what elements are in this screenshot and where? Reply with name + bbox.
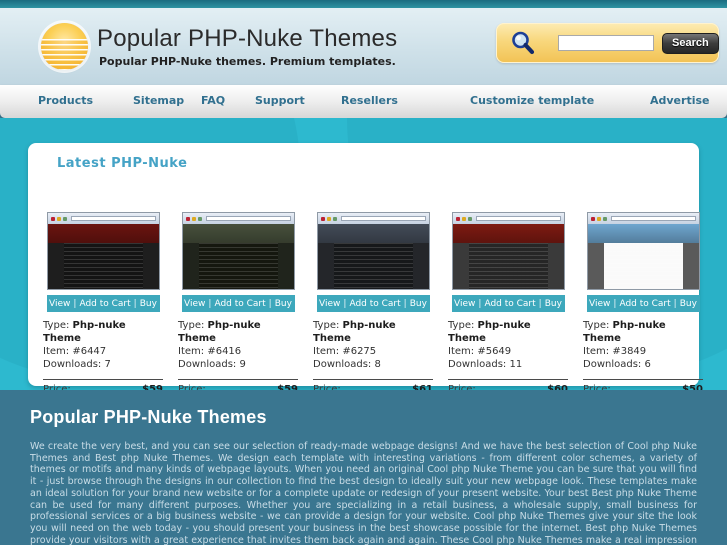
buy-link[interactable]: Buy xyxy=(410,299,427,309)
theme-banner xyxy=(182,224,294,243)
separator: | xyxy=(673,298,677,309)
card-action-bar: View | Add to Cart | Buy xyxy=(451,295,565,312)
nav-item-products[interactable]: Products xyxy=(38,94,93,107)
site-tagline: Popular PHP-Nuke themes. Premium templat… xyxy=(99,55,396,68)
bottom-heading: Popular PHP-Nuke Themes xyxy=(30,407,267,427)
separator: | xyxy=(268,298,272,309)
nav-item-support[interactable]: Support xyxy=(255,94,305,107)
separator: | xyxy=(403,298,407,309)
site-title: Popular PHP-Nuke Themes xyxy=(97,25,398,52)
card-divider xyxy=(583,379,703,380)
search-input[interactable] xyxy=(558,35,654,51)
product-card: View | Add to Cart | Buy Type: Php-nuke … xyxy=(43,212,163,390)
latest-themes-panel: Latest PHP-Nuke View | Add to Cart | Buy… xyxy=(28,143,703,390)
browser-chrome xyxy=(587,213,699,224)
card-divider xyxy=(448,379,568,380)
nav-item-advertise[interactable]: Advertise xyxy=(650,94,709,107)
nav-item-resellers[interactable]: Resellers xyxy=(341,94,398,107)
downloads-line: Downloads: 7 xyxy=(43,359,111,370)
downloads-line: Downloads: 8 xyxy=(313,359,381,370)
item-line: Item: #6447 xyxy=(43,346,107,357)
main-navigation: Products Sitemap FAQ Support Resellers Custom… xyxy=(0,85,727,118)
nav-item-faq[interactable]: FAQ xyxy=(201,94,225,107)
theme-banner xyxy=(452,224,564,243)
theme-banner xyxy=(47,224,159,243)
card-divider xyxy=(43,379,163,380)
nav-item-customize-template[interactable]: Customize template xyxy=(470,94,594,107)
view-link[interactable]: View xyxy=(49,299,70,309)
description-section: Popular PHP-Nuke Themes We create the ve… xyxy=(0,390,727,545)
separator: | xyxy=(343,298,347,309)
browser-chrome xyxy=(182,213,294,224)
add-to-cart-link[interactable]: Add to Cart xyxy=(484,299,535,309)
teal-background-band: Latest PHP-Nuke View | Add to Cart | Buy… xyxy=(0,118,727,390)
section-title: Latest PHP-Nuke xyxy=(57,156,188,171)
product-card: View | Add to Cart | Buy Type: Php-nuke … xyxy=(448,212,568,390)
card-action-bar: View | Add to Cart | Buy xyxy=(181,295,295,312)
card-action-bar: View | Add to Cart | Buy xyxy=(316,295,430,312)
product-card: View | Add to Cart | Buy Type: Php-nuke … xyxy=(178,212,298,390)
separator: | xyxy=(133,298,137,309)
browser-chrome xyxy=(317,213,429,224)
view-link[interactable]: View xyxy=(589,299,610,309)
sun-logo-icon xyxy=(41,23,88,70)
separator: | xyxy=(538,298,542,309)
card-action-bar: View | Add to Cart | Buy xyxy=(46,295,160,312)
type-line: Type: Php-nuke Theme xyxy=(43,320,126,344)
theme-thumbnail[interactable] xyxy=(586,212,700,290)
theme-thumbnail[interactable] xyxy=(46,212,160,290)
separator: | xyxy=(208,298,212,309)
downloads-line: Downloads: 11 xyxy=(448,359,523,370)
add-to-cart-link[interactable]: Add to Cart xyxy=(619,299,670,309)
product-card: View | Add to Cart | Buy Type: Php-nuke … xyxy=(313,212,433,390)
type-line: Type: Php-nuke Theme xyxy=(178,320,261,344)
top-accent-bar xyxy=(0,0,727,8)
view-link[interactable]: View xyxy=(184,299,205,309)
product-card: View | Add to Cart | Buy Type: Php-nuke … xyxy=(583,212,703,390)
card-divider xyxy=(313,379,433,380)
theme-thumbnail[interactable] xyxy=(451,212,565,290)
card-divider xyxy=(178,379,298,380)
theme-banner xyxy=(317,224,429,243)
search-panel: Search xyxy=(496,23,719,63)
view-link[interactable]: View xyxy=(454,299,475,309)
type-line: Type: Php-nuke Theme xyxy=(313,320,396,344)
separator: | xyxy=(613,298,617,309)
buy-link[interactable]: Buy xyxy=(680,299,697,309)
buy-link[interactable]: Buy xyxy=(275,299,292,309)
search-button[interactable]: Search xyxy=(662,32,719,54)
description-paragraph: We create the very best, and you can see… xyxy=(30,441,697,545)
add-to-cart-link[interactable]: Add to Cart xyxy=(349,299,400,309)
item-line: Item: #6416 xyxy=(178,346,242,357)
theme-thumbnail[interactable] xyxy=(316,212,430,290)
theme-banner xyxy=(587,224,699,243)
item-line: Item: #5649 xyxy=(448,346,512,357)
view-link[interactable]: View xyxy=(319,299,340,309)
add-to-cart-link[interactable]: Add to Cart xyxy=(79,299,130,309)
nav-item-sitemap[interactable]: Sitemap xyxy=(133,94,184,107)
item-line: Item: #3849 xyxy=(583,346,647,357)
buy-link[interactable]: Buy xyxy=(545,299,562,309)
type-line: Type: Php-nuke Theme xyxy=(583,320,666,344)
search-icon xyxy=(512,31,535,55)
separator: | xyxy=(478,298,482,309)
separator: | xyxy=(73,298,77,309)
product-card-row: View | Add to Cart | Buy Type: Php-nuke … xyxy=(43,212,703,390)
buy-link[interactable]: Buy xyxy=(140,299,157,309)
theme-thumbnail[interactable] xyxy=(181,212,295,290)
type-line: Type: Php-nuke Theme xyxy=(448,320,531,344)
card-action-bar: View | Add to Cart | Buy xyxy=(586,295,700,312)
browser-chrome xyxy=(47,213,159,224)
add-to-cart-link[interactable]: Add to Cart xyxy=(214,299,265,309)
downloads-line: Downloads: 6 xyxy=(583,359,651,370)
browser-chrome xyxy=(452,213,564,224)
item-line: Item: #6275 xyxy=(313,346,377,357)
downloads-line: Downloads: 9 xyxy=(178,359,246,370)
page-header: Popular PHP-Nuke Themes Popular PHP-Nuke… xyxy=(0,8,727,85)
